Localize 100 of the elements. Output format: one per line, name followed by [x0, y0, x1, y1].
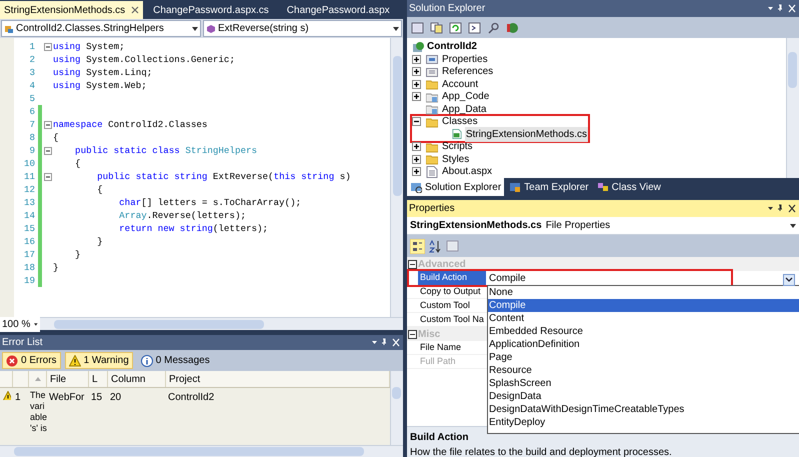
type-dropdown[interactable]: ControlId2.Classes.StringHelpers: [1, 20, 201, 37]
zoom-dropdown[interactable]: 100 %: [0, 316, 40, 332]
column-header[interactable]: Column: [111, 372, 146, 386]
member-dropdown[interactable]: ExtReverse(string s): [203, 20, 402, 37]
editor-tab[interactable]: StringExtensionMethods.cs: [0, 1, 144, 19]
expand-icon[interactable]: [412, 67, 421, 76]
globe-icon[interactable]: [506, 22, 519, 34]
dropdown-option[interactable]: ApplicationDefinition: [488, 338, 799, 351]
tree-item[interactable]: ControlId2: [427, 39, 477, 54]
column-header[interactable]: File: [50, 372, 66, 386]
code-file-icon: [452, 128, 462, 140]
panel-tab[interactable]: Class View: [594, 178, 664, 196]
expand-icon[interactable]: [412, 167, 421, 176]
dropdown-option[interactable]: Resource: [488, 364, 799, 377]
panel-title-bar: Properties: [407, 200, 799, 217]
collapse-icon[interactable]: [44, 146, 52, 154]
filter-button[interactable]: 0 Messages: [136, 352, 214, 369]
line-number: 1: [28, 40, 36, 54]
vertical-scrollbar[interactable]: [786, 38, 799, 178]
refresh-icon[interactable]: [449, 22, 462, 34]
code-line: {: [74, 156, 81, 170]
tree-item[interactable]: Styles: [441, 152, 470, 167]
column-header[interactable]: Project: [169, 372, 200, 386]
code-view-icon[interactable]: [468, 22, 481, 34]
sort-alphabetical-icon[interactable]: [429, 240, 442, 252]
line-number: 18: [22, 260, 36, 274]
column-header[interactable]: L: [92, 372, 98, 386]
filter-button[interactable]: 1 Warning: [64, 352, 133, 369]
table-cell-text: WebFor: [48, 391, 86, 405]
panel-title-bar: Error List: [0, 335, 403, 350]
copy-icon[interactable]: [430, 22, 443, 34]
property-name[interactable]: Build Action: [418, 271, 486, 285]
dropdown-option[interactable]: DesignDataWithDesignTimeCreatableTypes: [488, 403, 799, 416]
editor-tab[interactable]: ChangePassword.aspx: [278, 2, 398, 19]
line-number: 10: [22, 156, 36, 170]
window-controls-icon[interactable]: [767, 204, 797, 213]
collapse-icon[interactable]: [408, 260, 417, 268]
dropdown-option[interactable]: Embedded Resource: [488, 325, 799, 338]
vertical-scrollbar[interactable]: [390, 371, 403, 445]
class-icon: [4, 24, 14, 34]
expand-icon[interactable]: [412, 54, 421, 64]
tree-item[interactable]: References: [441, 64, 494, 80]
collapse-icon[interactable]: [408, 330, 417, 338]
property-name[interactable]: Custom Tool Na: [418, 313, 486, 326]
dropdown-option[interactable]: None: [488, 286, 799, 299]
dropdown-option[interactable]: Compile: [488, 299, 799, 312]
solution-icon: [410, 181, 422, 193]
table-cell-text: ControlId2: [167, 391, 216, 405]
close-icon[interactable]: [131, 6, 140, 14]
dropdown-option[interactable]: Content: [488, 312, 799, 325]
dropdown-option[interactable]: Page: [488, 351, 799, 364]
magnifier-icon[interactable]: [487, 22, 500, 34]
line-number: 8: [28, 130, 36, 144]
horizontal-scrollbar[interactable]: [0, 445, 403, 457]
property-value[interactable]: Compile: [486, 270, 731, 286]
editor-tab[interactable]: ChangePassword.aspx.cs: [145, 2, 277, 19]
collapse-icon[interactable]: [44, 42, 52, 50]
filter-button[interactable]: 0 Errors: [2, 352, 61, 369]
tree-item[interactable]: StringExtensionMethods.cs: [464, 126, 588, 142]
window-controls-icon[interactable]: [371, 338, 401, 347]
dropdown-option[interactable]: EntityDeploy: [488, 416, 799, 429]
category-label: Misc: [418, 328, 440, 342]
dropdown-option[interactable]: SplashScreen: [488, 377, 799, 390]
tree-item[interactable]: Classes: [441, 114, 479, 130]
code-line: namespace ControlId2.Classes: [53, 118, 208, 132]
line-number: 16: [22, 234, 36, 248]
tree-item[interactable]: App_Code: [441, 89, 490, 104]
code-line: }: [74, 248, 81, 262]
vertical-scrollbar[interactable]: [390, 38, 403, 317]
object-selector[interactable]: StringExtensionMethods.cs File Properties: [407, 217, 799, 235]
table-cell-text: 15: [90, 391, 104, 405]
line-number: 11: [22, 170, 36, 184]
dropdown-option[interactable]: DesignData: [488, 390, 799, 403]
tree-item[interactable]: Properties: [441, 52, 489, 67]
property-name[interactable]: File Name: [418, 341, 486, 354]
expand-icon[interactable]: [412, 154, 421, 164]
properties-folder-icon: [426, 53, 438, 66]
caret-icon: [393, 26, 399, 30]
collapse-icon[interactable]: [412, 117, 421, 126]
code-line: public static class StringHelpers: [74, 144, 258, 158]
property-name[interactable]: Custom Tool: [418, 299, 486, 312]
line-number: 3: [28, 66, 36, 80]
expand-icon[interactable]: [412, 80, 421, 89]
panel-tab[interactable]: Team Explorer: [506, 178, 592, 196]
collapse-icon[interactable]: [44, 172, 52, 180]
expand-icon[interactable]: [412, 92, 421, 102]
property-name[interactable]: Copy to Output: [418, 285, 486, 298]
tree-item[interactable]: App_Data: [441, 102, 488, 117]
tree-item[interactable]: Account: [441, 76, 480, 92]
categorized-icon[interactable]: [410, 238, 425, 254]
tree-item[interactable]: Scripts: [441, 139, 474, 154]
properties-icon[interactable]: [411, 22, 424, 34]
expand-icon[interactable]: [412, 142, 421, 152]
method-icon: [206, 24, 216, 34]
tree-item[interactable]: About.aspx: [441, 164, 494, 178]
class-view-icon: [596, 181, 609, 193]
code-line: Array.Reverse(letters);: [118, 208, 246, 222]
window-controls-icon[interactable]: [767, 4, 797, 13]
collapse-icon[interactable]: [44, 120, 52, 128]
code-line: public static string ExtReverse(this string s): [96, 170, 351, 184]
